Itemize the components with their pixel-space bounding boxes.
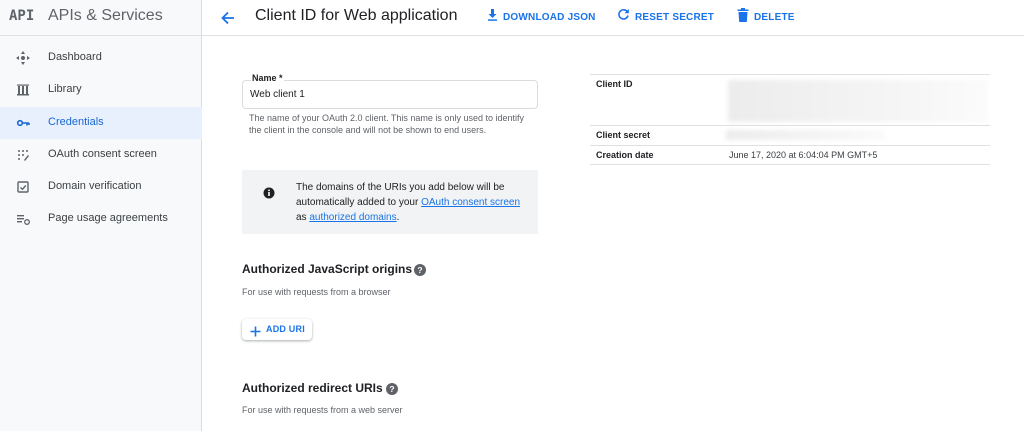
client-id-value-redacted bbox=[728, 80, 988, 122]
divider bbox=[590, 74, 990, 75]
brand-bar: API APIs & Services bbox=[0, 0, 202, 36]
info-icon bbox=[263, 186, 275, 199]
info-box: The domains of the URIs you add below wi… bbox=[242, 170, 538, 234]
sidebar-item-domain-verification[interactable]: Domain verification bbox=[0, 171, 202, 203]
info-text-end: . bbox=[396, 212, 400, 223]
checkbox-icon bbox=[16, 180, 30, 194]
consent-icon bbox=[16, 148, 30, 162]
divider bbox=[590, 145, 990, 146]
reset-secret-button[interactable]: RESET SECRET bbox=[617, 8, 714, 26]
divider bbox=[590, 164, 990, 165]
library-icon bbox=[16, 83, 30, 97]
download-json-button[interactable]: DOWNLOAD JSON bbox=[487, 8, 596, 26]
page-header: Client ID for Web application DOWNLOAD J… bbox=[202, 0, 1024, 36]
sidebar-item-label: Credentials bbox=[48, 116, 104, 128]
name-hint: The name of your OAuth 2.0 client. This … bbox=[249, 113, 524, 135]
name-field[interactable]: Name * bbox=[242, 73, 538, 109]
client-secret-label: Client secret bbox=[596, 130, 651, 140]
js-origins-title: Authorized JavaScript origins bbox=[242, 262, 413, 276]
plus-icon bbox=[250, 324, 261, 337]
sidebar-item-label: OAuth consent screen bbox=[48, 148, 157, 160]
add-uri-button[interactable]: ADD URI bbox=[242, 319, 312, 340]
info-text: The domains of the URIs you add below wi… bbox=[296, 180, 521, 225]
back-arrow-icon[interactable] bbox=[218, 8, 238, 28]
info-text-middle: as bbox=[296, 212, 310, 223]
js-origins-subtitle: For use with requests from a browser bbox=[242, 287, 391, 297]
sidebar-item-oauth-consent[interactable]: OAuth consent screen bbox=[0, 139, 202, 171]
sidebar-item-label: Dashboard bbox=[48, 51, 102, 63]
svg-text:?: ? bbox=[389, 384, 394, 394]
settings-list-icon bbox=[16, 212, 30, 226]
creation-date-value: June 17, 2020 at 6:04:04 PM GMT+5 bbox=[729, 150, 878, 160]
sidebar-item-label: Page usage agreements bbox=[48, 212, 168, 224]
sidebar-item-credentials[interactable]: Credentials bbox=[0, 107, 202, 139]
divider bbox=[590, 125, 990, 126]
name-field-label: Name * bbox=[251, 73, 284, 83]
client-secret-value-redacted bbox=[726, 130, 886, 140]
product-title: APIs & Services bbox=[48, 7, 163, 24]
reset-secret-label: RESET SECRET bbox=[635, 11, 715, 23]
delete-button[interactable]: DELETE bbox=[737, 7, 795, 27]
trash-icon bbox=[737, 7, 749, 27]
oauth-consent-screen-link[interactable]: OAuth consent screen bbox=[421, 197, 520, 208]
sidebar-item-dashboard[interactable]: Dashboard bbox=[0, 42, 202, 74]
add-uri-label: ADD URI bbox=[266, 324, 305, 334]
page-title: Client ID for Web application bbox=[255, 7, 458, 24]
redirect-uris-subtitle: For use with requests from a web server bbox=[242, 405, 403, 415]
sidebar-item-label: Domain verification bbox=[48, 180, 142, 192]
redirect-uris-title: Authorized redirect URIs bbox=[242, 381, 383, 395]
sidebar-item-label: Library bbox=[48, 83, 82, 95]
sidebar: API APIs & Services Dashboard Library Cr… bbox=[0, 0, 202, 431]
delete-label: DELETE bbox=[754, 11, 795, 23]
svg-text:?: ? bbox=[417, 265, 422, 275]
help-icon[interactable]: ? bbox=[386, 382, 398, 395]
api-logo: API bbox=[9, 8, 35, 24]
download-json-label: DOWNLOAD JSON bbox=[503, 11, 596, 23]
dashboard-icon bbox=[16, 51, 30, 65]
key-icon bbox=[16, 116, 30, 130]
refresh-icon bbox=[617, 8, 630, 26]
sidebar-item-page-usage-agreements[interactable]: Page usage agreements bbox=[0, 203, 202, 235]
client-id-label: Client ID bbox=[596, 79, 633, 89]
sidebar-item-library[interactable]: Library bbox=[0, 74, 202, 106]
help-icon[interactable]: ? bbox=[414, 263, 426, 276]
download-icon bbox=[487, 8, 498, 26]
creation-date-label: Creation date bbox=[596, 150, 654, 160]
authorized-domains-link[interactable]: authorized domains bbox=[309, 212, 396, 223]
name-input[interactable] bbox=[250, 89, 530, 100]
